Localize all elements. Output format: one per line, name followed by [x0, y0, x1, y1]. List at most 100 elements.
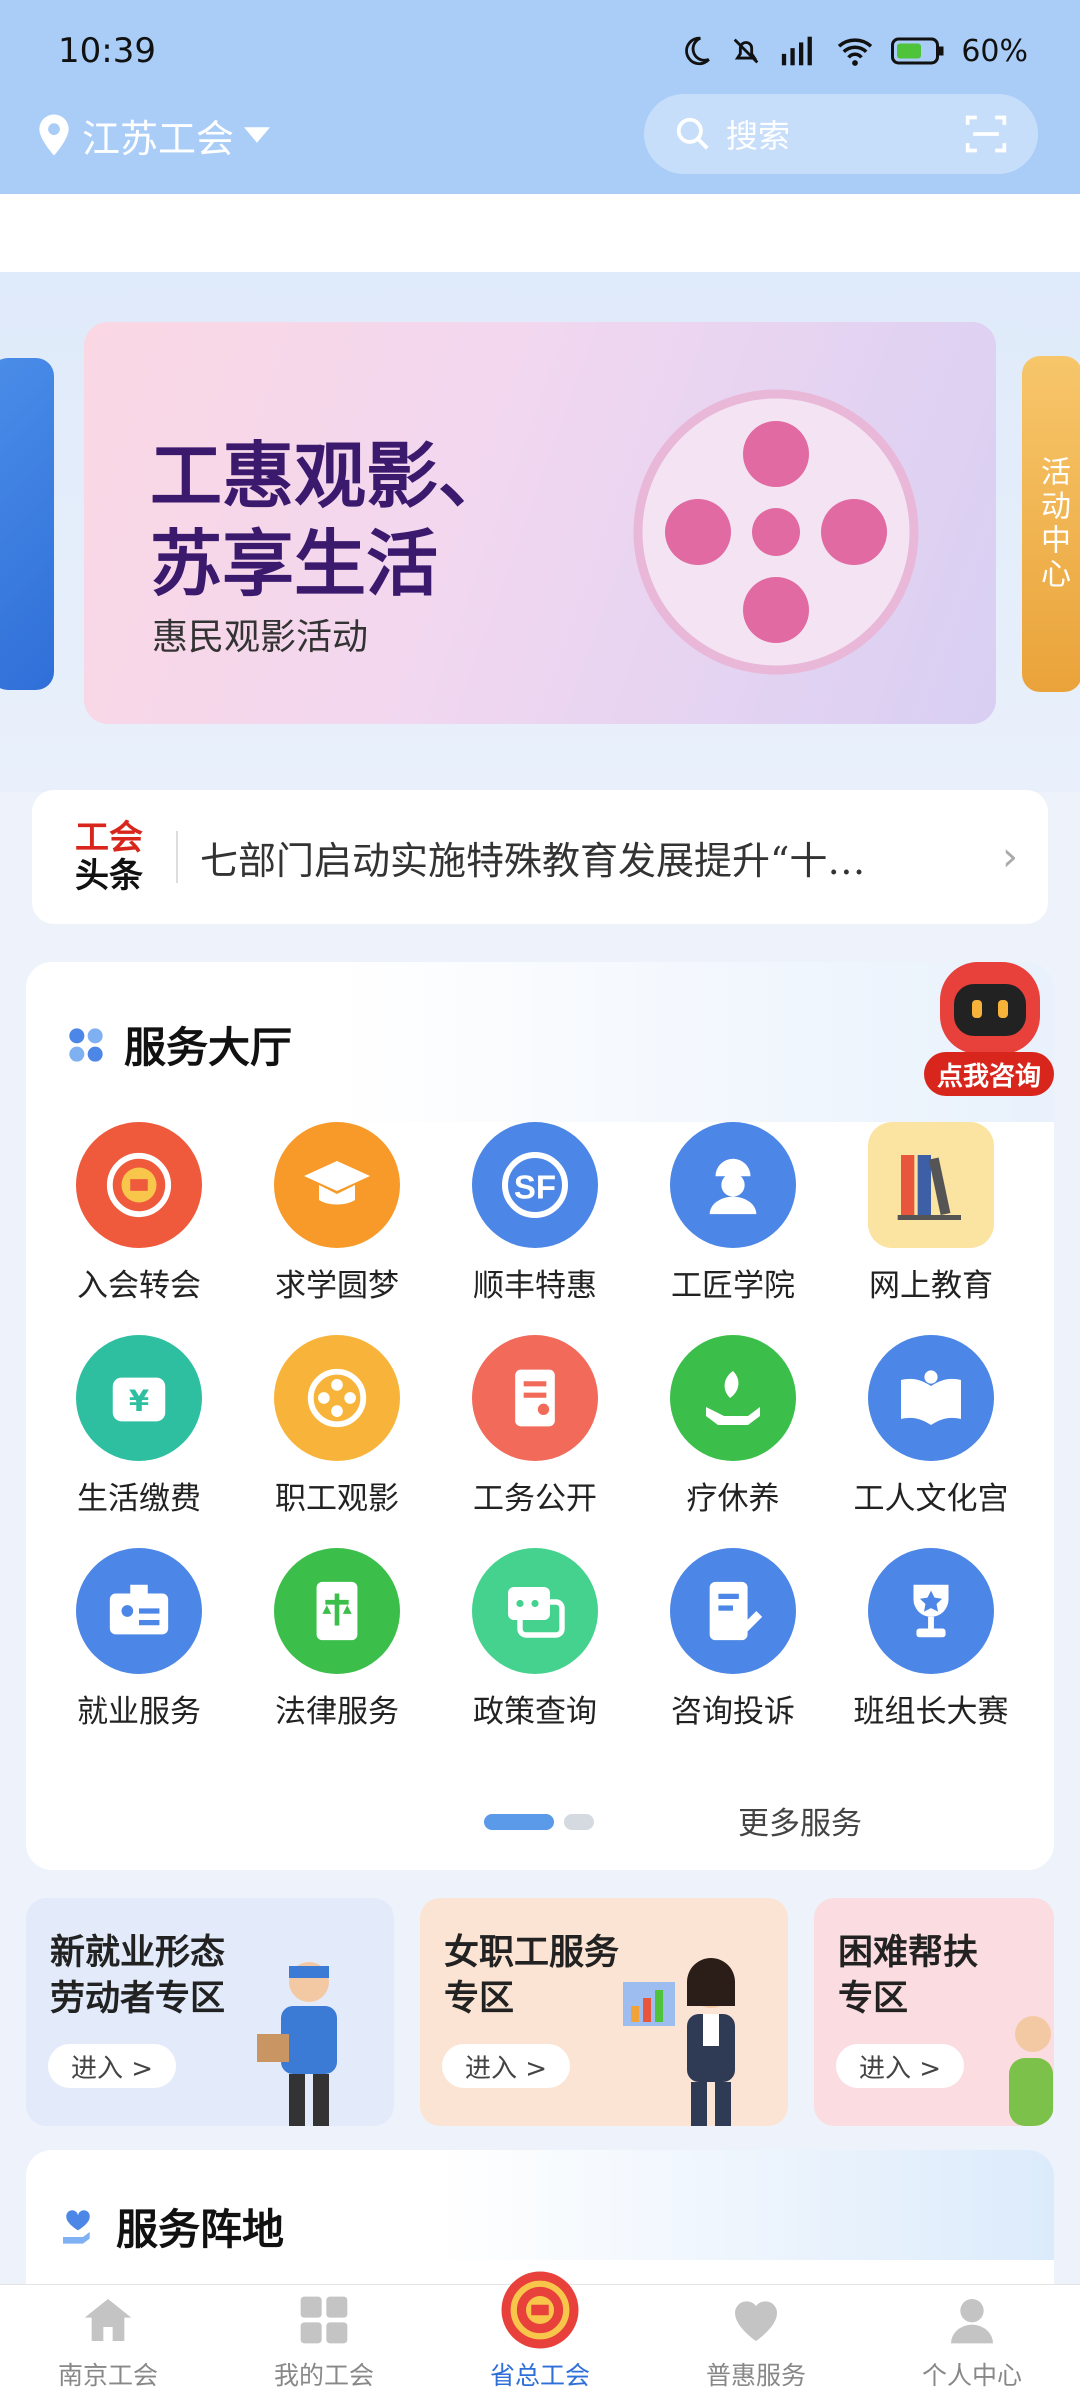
- service-item-label: 工务公开: [473, 1481, 597, 1517]
- service-hall-title-text: 服务大厅: [124, 1023, 293, 1072]
- logo-bottom-text: 头条: [75, 856, 143, 896]
- consult-robot-button[interactable]: 点我咨询: [924, 948, 1054, 1106]
- service-position-title-text: 服务阵地: [116, 2205, 285, 2254]
- service-item-label: 就业服务: [77, 1694, 201, 1730]
- nav-item-grid[interactable]: 我的工会: [216, 2285, 432, 2400]
- service-hall-card: 服务大厅 入会转会 求学圆梦 SF 顺丰特惠 工匠学院 网上教育 ¥ 生活缴费 职工观影 工务公开…: [26, 962, 1054, 1870]
- status-icons: 60%: [679, 34, 1028, 69]
- service-item[interactable]: 求学圆梦: [238, 1122, 436, 1305]
- top-bar: 10:39 60% 江苏工会 搜索: [0, 0, 1080, 194]
- service-item-label: 疗休养: [686, 1481, 780, 1517]
- film-reel-illustration: [633, 389, 919, 675]
- search-icon: [676, 117, 709, 150]
- banner-title-line2: 苏享生活: [150, 522, 439, 606]
- leaf-hand-icon: [670, 1335, 796, 1461]
- nav-item-label: 南京工会: [57, 2361, 158, 2390]
- service-item-label: 政策查询: [473, 1694, 597, 1730]
- home-icon: [80, 2288, 136, 2352]
- service-item[interactable]: 网上教育: [832, 1122, 1030, 1305]
- service-item[interactable]: 法律服务: [238, 1548, 436, 1731]
- service-item-label: 工匠学院: [671, 1268, 795, 1304]
- robot-face: [954, 984, 1026, 1036]
- service-item-label: 入会转会: [77, 1268, 201, 1304]
- service-position-title: 服务阵地: [58, 2196, 284, 2257]
- service-item[interactable]: 工务公开: [436, 1335, 634, 1518]
- worker-icon: [670, 1122, 796, 1248]
- zone-card-new-employment[interactable]: 新就业形态 劳动者专区 进入 >: [26, 1898, 394, 2126]
- service-item-label: 法律服务: [275, 1694, 399, 1730]
- service-hall-title: 服务大厅: [66, 1014, 292, 1075]
- mute-bell-icon: [733, 38, 759, 64]
- zone-title-line1: 新就业形态: [50, 1932, 226, 1973]
- spacer: [0, 194, 1080, 272]
- nav-item-label: 普惠服务: [705, 2361, 806, 2390]
- nav-item-home[interactable]: 南京工会: [0, 2285, 216, 2400]
- headline-news-bar[interactable]: 工会 头条 七部门启动实施特殊教育发展提升“十… ›: [32, 790, 1048, 924]
- location-selector[interactable]: 江苏工会: [36, 92, 271, 178]
- scan-icon[interactable]: [964, 112, 1008, 156]
- nav-item-label: 我的工会: [273, 2361, 374, 2390]
- service-item[interactable]: ¥ 生活缴费: [40, 1335, 238, 1518]
- service-item[interactable]: 班组长大赛: [832, 1548, 1030, 1731]
- service-item-label: 网上教育: [869, 1268, 993, 1304]
- logo-top-text: 工会: [75, 818, 143, 858]
- service-item[interactable]: 职工观影: [238, 1335, 436, 1518]
- caret-down-icon: [244, 127, 271, 143]
- service-item-label: 职工观影: [275, 1481, 399, 1517]
- union-badge-icon: [76, 1122, 202, 1248]
- zone-title-line2: 专区: [444, 1978, 515, 2019]
- nav-item-heart[interactable]: 普惠服务: [648, 2285, 864, 2400]
- banner-subtitle: 惠民观影活动: [152, 617, 369, 658]
- enter-button[interactable]: 进入 >: [836, 2044, 964, 2088]
- enter-button[interactable]: 进入 >: [48, 2044, 176, 2088]
- books-icon: [868, 1122, 994, 1248]
- moon-icon: [685, 36, 711, 66]
- service-item[interactable]: 工人文化宫: [832, 1335, 1030, 1518]
- zone-title-line1: 女职工服务: [444, 1932, 620, 1973]
- activity-center-tab[interactable]: 活动中心: [1022, 356, 1080, 692]
- search-bar[interactable]: 搜索: [644, 94, 1038, 174]
- document-icon: [472, 1335, 598, 1461]
- zone-card-hardship-aid[interactable]: 困难帮扶 专区 进入 >: [814, 1898, 1054, 2126]
- wifi-icon: [838, 38, 873, 66]
- service-item-label: 生活缴费: [77, 1481, 201, 1517]
- nav-item-union-emblem[interactable]: 省总工会: [432, 2271, 648, 2400]
- news-headline[interactable]: 七部门启动实施特殊教育发展提升“十…: [200, 830, 992, 885]
- status-time: 10:39: [58, 31, 156, 71]
- zone-title: 新就业形态 劳动者专区: [50, 1930, 225, 2022]
- helper-figure-icon: [1009, 2016, 1053, 2126]
- page-indicator: [484, 1814, 594, 1830]
- service-item[interactable]: 就业服务: [40, 1548, 238, 1731]
- service-item[interactable]: SF 顺丰特惠: [436, 1122, 634, 1305]
- more-services-link[interactable]: 更多服务: [738, 1798, 862, 1843]
- carousel-prev-card[interactable]: [0, 358, 54, 690]
- signal-icon: [782, 36, 813, 66]
- service-item[interactable]: 咨询投诉: [634, 1548, 832, 1731]
- chat-icon: [472, 1548, 598, 1674]
- enter-button[interactable]: 进入 >: [442, 2044, 570, 2088]
- service-item[interactable]: 疗休养: [634, 1335, 832, 1518]
- divider: [176, 831, 178, 883]
- service-item[interactable]: 工匠学院: [634, 1122, 832, 1305]
- sf-logo-icon: SF: [472, 1122, 598, 1248]
- promo-banner[interactable]: 工惠观影、 苏享生活 惠民观影活动: [84, 322, 996, 724]
- zone-title-line2: 劳动者专区: [50, 1978, 226, 2019]
- heart-icon: [728, 2288, 784, 2352]
- service-item[interactable]: 政策查询: [436, 1548, 634, 1731]
- service-item-label: 工人文化宫: [853, 1481, 1009, 1517]
- payment-icon: ¥: [76, 1335, 202, 1461]
- robot-eye: [998, 1000, 1008, 1018]
- film-reel-icon: [274, 1335, 400, 1461]
- page-dot: [564, 1814, 594, 1830]
- open-book-icon: [868, 1335, 994, 1461]
- banner-title-line1: 工惠观影、: [150, 434, 511, 518]
- svg-text:¥: ¥: [129, 1384, 149, 1418]
- service-item[interactable]: 入会转会: [40, 1122, 238, 1305]
- graduation-cap-icon: [274, 1122, 400, 1248]
- zone-card-women-workers[interactable]: 女职工服务 专区 进入 >: [420, 1898, 788, 2126]
- four-petal-icon: [69, 1027, 103, 1062]
- nav-item-label: 省总工会: [489, 2361, 590, 2390]
- robot-label: 点我咨询: [924, 1052, 1054, 1096]
- location-label: 江苏工会: [82, 116, 235, 161]
- nav-item-person[interactable]: 个人中心: [864, 2285, 1080, 2400]
